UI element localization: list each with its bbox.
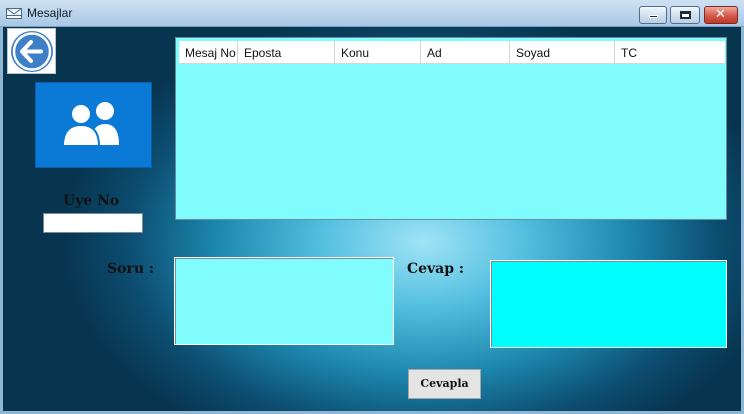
messages-grid[interactable]: Mesaj No Eposta Konu Ad Soyad TC <box>175 37 727 220</box>
cevap-label: Cevap : <box>407 261 465 277</box>
maximize-button[interactable] <box>670 6 700 24</box>
cevap-textbox[interactable] <box>490 260 727 348</box>
close-button[interactable]: ✕ <box>704 6 738 24</box>
users-icon <box>61 102 119 147</box>
close-icon: ✕ <box>715 7 726 22</box>
column-header-tc[interactable]: TC <box>615 41 725 64</box>
back-button[interactable] <box>7 28 56 74</box>
minimize-button[interactable] <box>639 6 667 24</box>
column-header-soyad[interactable]: Soyad <box>510 41 615 64</box>
arrow-left-icon <box>11 31 53 72</box>
soru-textbox[interactable] <box>174 257 394 345</box>
soru-label: Soru : <box>107 261 155 277</box>
column-header-eposta[interactable]: Eposta <box>238 41 335 64</box>
minimize-icon <box>649 15 658 18</box>
uye-no-input[interactable] <box>43 213 143 233</box>
window-title: Mesajlar <box>27 6 73 20</box>
column-header-ad[interactable]: Ad <box>421 41 510 64</box>
grid-header: Mesaj No Eposta Konu Ad Soyad TC <box>179 41 725 64</box>
client-area: Uye No Mesaj No Eposta Konu Ad Soyad TC … <box>3 27 741 411</box>
envelope-icon <box>6 8 22 19</box>
user-picture <box>35 82 152 168</box>
column-header-konu[interactable]: Konu <box>335 41 421 64</box>
column-header-mesaj-no[interactable]: Mesaj No <box>179 41 238 64</box>
maximize-icon <box>680 11 691 19</box>
uye-no-label: Uye No <box>63 193 120 209</box>
cevapla-button[interactable]: Cevapla <box>408 369 481 399</box>
title-bar: Mesajlar ✕ <box>0 0 744 27</box>
